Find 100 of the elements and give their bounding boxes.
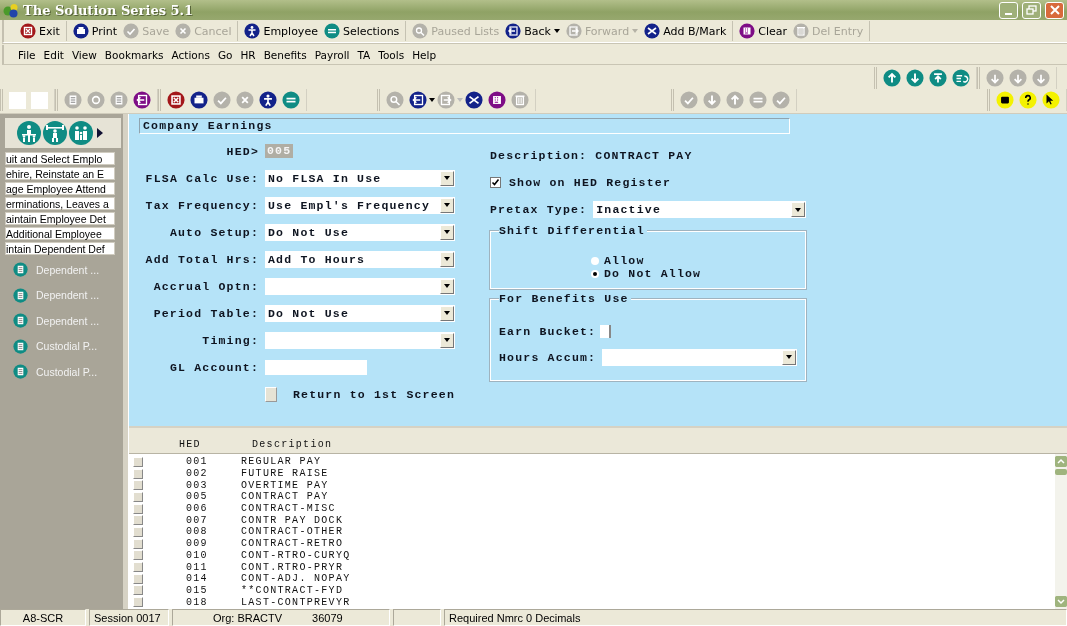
- menu-item[interactable]: Bookmarks: [100, 48, 168, 61]
- dropdown-field[interactable]: Use Empl's Frequency: [265, 196, 455, 214]
- menu-item[interactable]: Edit: [39, 48, 68, 61]
- menu-item[interactable]: HR: [236, 48, 260, 61]
- table-cell-text: 008: [186, 526, 209, 538]
- scroll-down-icon[interactable]: [1055, 596, 1067, 607]
- input-field[interactable]: [265, 359, 367, 375]
- minimize-button[interactable]: [999, 1, 1018, 19]
- menu-item[interactable]: Benefits: [259, 48, 311, 61]
- cancel-icon: [175, 23, 192, 39]
- table-cell: CONTRACT-RETRO: [241, 538, 344, 550]
- group-title: For Benefits Use: [499, 292, 631, 305]
- person-icon[interactable]: [259, 91, 277, 109]
- menu-item[interactable]: Go: [213, 48, 237, 61]
- scroll-thumb[interactable]: [1055, 469, 1067, 475]
- table-cell: LAST-CONTPREVYR: [241, 596, 351, 608]
- row-select-button[interactable]: [133, 597, 143, 608]
- status-panel: [393, 609, 441, 626]
- window-title: The Solution Series 5.1: [23, 2, 195, 18]
- checkbox[interactable]: [490, 177, 501, 188]
- field-label: FLSA Calc Use:: [144, 171, 259, 185]
- close-icon[interactable]: [167, 91, 185, 109]
- table-cell-text: 003: [186, 479, 209, 491]
- sidebar-link[interactable]: erminations, Leaves a: [5, 197, 115, 210]
- list-icon: [323, 23, 340, 39]
- table-cell: CONTRACT-MISC: [241, 503, 336, 515]
- row-select-button[interactable]: [133, 573, 143, 584]
- row-select-button[interactable]: [133, 526, 143, 537]
- dropdown-field[interactable]: [265, 277, 455, 295]
- dropdown-field[interactable]: Do Not Use: [265, 223, 455, 241]
- field-label: Pretax Type:: [490, 203, 588, 216]
- row-select-button[interactable]: [133, 550, 143, 561]
- toolbar-button[interactable]: Clear: [736, 22, 791, 40]
- description-text: Description: CONTRACT PAY: [490, 148, 694, 164]
- table-cell-text: 015: [186, 584, 209, 596]
- menu-item[interactable]: Help: [408, 48, 441, 61]
- people-group-icon[interactable]: [17, 121, 41, 145]
- field-label: Add Total Hrs:: [144, 252, 259, 266]
- toolbar-button[interactable]: Exit: [17, 22, 63, 40]
- row-select-button[interactable]: [133, 468, 143, 479]
- dropdown-field[interactable]: [265, 331, 455, 349]
- column-header[interactable]: Description: [252, 439, 333, 450]
- dropdown-field[interactable]: Do Not Use: [265, 304, 455, 322]
- row-select-button[interactable]: [133, 491, 143, 502]
- form-title: Company Earnings: [139, 118, 790, 134]
- toolbar-button[interactable]: Employee: [241, 22, 321, 40]
- printer-icon[interactable]: [190, 91, 208, 109]
- radio-button[interactable]: [591, 256, 599, 265]
- list-icon[interactable]: [282, 91, 300, 109]
- return-button[interactable]: [265, 386, 277, 402]
- row-select-button[interactable]: [133, 480, 143, 491]
- dropdown-field[interactable]: [602, 348, 797, 366]
- menu-item[interactable]: Payroll: [310, 48, 354, 61]
- input-field[interactable]: [600, 324, 612, 338]
- person-icon: [244, 23, 261, 39]
- table-cell-text: 010: [186, 549, 209, 561]
- scroll-up-icon[interactable]: [1055, 456, 1067, 467]
- menu-item[interactable]: File: [14, 48, 40, 61]
- toolbar-button[interactable]: Print: [69, 22, 121, 40]
- row-select-button[interactable]: [133, 503, 143, 514]
- radio-button[interactable]: [591, 269, 599, 278]
- clear-icon[interactable]: [488, 91, 506, 109]
- dropdown-field[interactable]: Add To Hours: [265, 250, 455, 268]
- sidebar-link[interactable]: age Employee Attend: [5, 182, 115, 195]
- row-select-button[interactable]: [133, 515, 143, 526]
- radio-label: Allow: [604, 254, 645, 267]
- sidebar-link[interactable]: uit and Select Emplo: [5, 152, 115, 165]
- menu-item[interactable]: TA: [353, 48, 375, 61]
- menu-item[interactable]: Actions: [167, 48, 214, 61]
- status-text: 36079: [312, 611, 343, 624]
- menu-item[interactable]: Tools: [374, 48, 409, 61]
- restore-icon: [1026, 5, 1037, 15]
- row-select-button[interactable]: [133, 562, 143, 573]
- family-icon[interactable]: [69, 121, 93, 145]
- close-button[interactable]: [1045, 1, 1064, 19]
- scrollbar[interactable]: [1055, 454, 1067, 609]
- table-cell: CONTRACT-OTHER: [241, 526, 344, 538]
- toolbar-button[interactable]: Add B/Mark: [641, 22, 730, 40]
- menu-item[interactable]: View: [67, 48, 101, 61]
- weightlifter-icon[interactable]: [43, 121, 67, 145]
- sidebar-link[interactable]: intain Dependent Def: [5, 242, 115, 255]
- document-icon: [13, 313, 28, 329]
- toolbar-button[interactable]: Back: [502, 22, 563, 40]
- table-cell-text: 006: [186, 503, 209, 515]
- restore-button[interactable]: [1022, 1, 1041, 19]
- dropdown-field[interactable]: Inactive: [593, 201, 806, 218]
- row-select-button[interactable]: [133, 585, 143, 596]
- dropdown-field[interactable]: No FLSA In Use: [265, 169, 455, 187]
- row-select-button[interactable]: [133, 538, 143, 549]
- sidebar-link[interactable]: aintain Employee Det: [5, 212, 115, 225]
- printer-icon: [72, 23, 89, 39]
- column-header[interactable]: HED: [179, 439, 252, 450]
- row-select-button[interactable]: [133, 456, 143, 467]
- toolbar-button[interactable]: Selections: [320, 22, 403, 40]
- field-label: GL Account:: [168, 360, 259, 374]
- pointer-help-icon[interactable]: [1042, 91, 1060, 109]
- minimize-icon: [1005, 12, 1012, 15]
- document-icon: [13, 364, 28, 380]
- sidebar-link[interactable]: ehire, Reinstate an E: [5, 167, 115, 180]
- sidebar-link[interactable]: Additional Employee: [5, 227, 115, 240]
